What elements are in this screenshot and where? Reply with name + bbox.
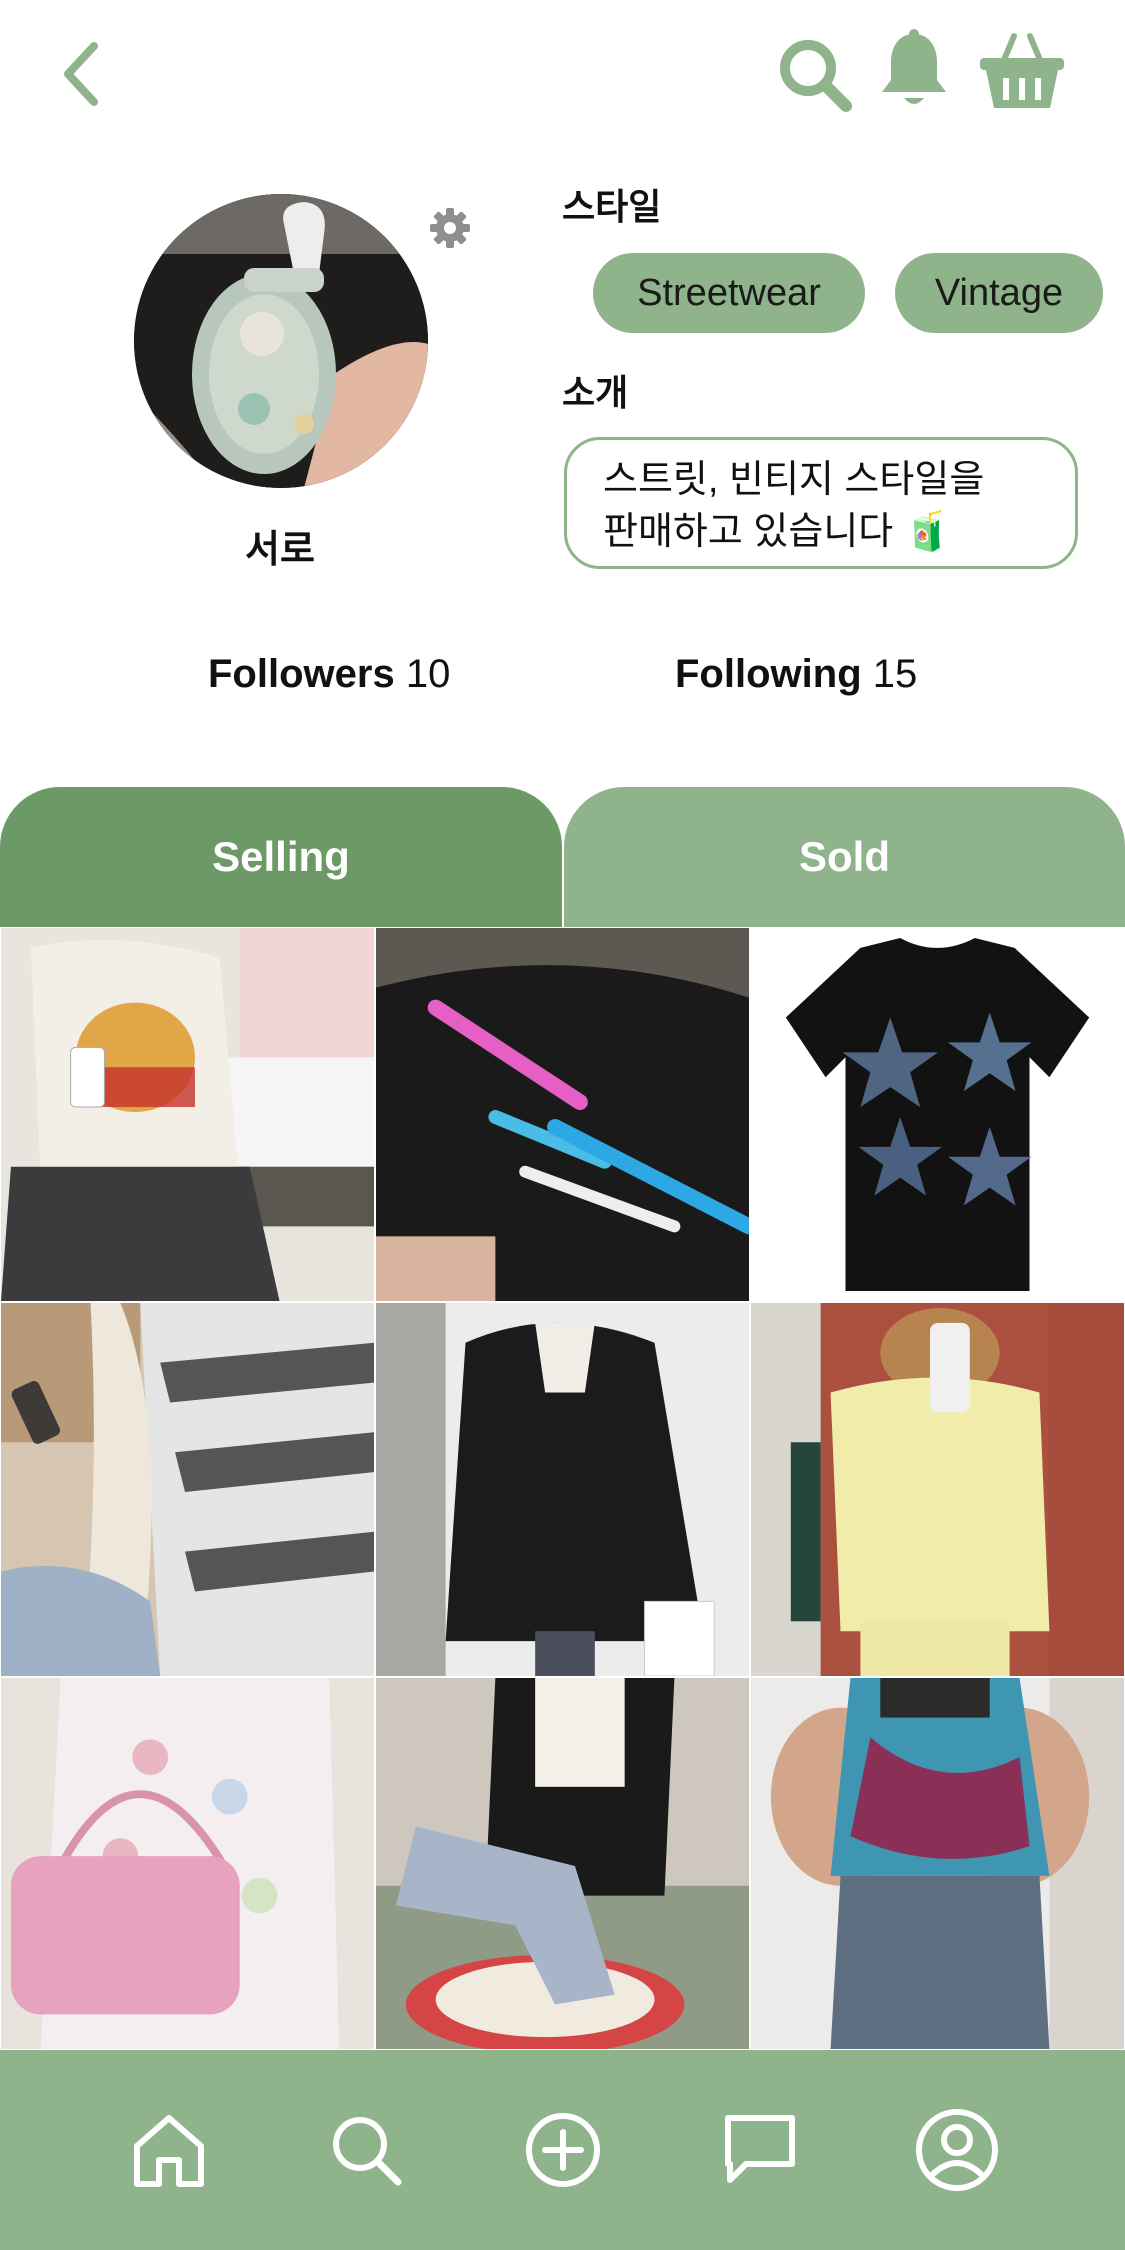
- product-thumbnail-hair-clips[interactable]: [375, 927, 750, 1302]
- nav-chat[interactable]: [710, 2100, 810, 2200]
- style-tag-vintage[interactable]: Vintage: [895, 253, 1103, 333]
- followers-count: 10: [405, 652, 451, 696]
- following-stat[interactable]: Following 15: [675, 652, 917, 697]
- search-icon: [332, 2117, 401, 2186]
- bottom-nav: [0, 2050, 1125, 2250]
- bio-box: 스트릿, 빈티지 스타일을 판매하고 있습니다 🧃: [564, 437, 1078, 569]
- product-thumbnail-yellow-shirt[interactable]: [750, 1302, 1125, 1677]
- settings-button[interactable]: [428, 206, 472, 250]
- product-thumbnail-pink-bag[interactable]: [0, 1677, 375, 2050]
- gear-icon: [430, 208, 470, 248]
- avatar[interactable]: [134, 194, 428, 488]
- profile-username: 서로: [245, 529, 315, 571]
- style-label: 스타일: [562, 186, 662, 227]
- profile-icon: [915, 2109, 998, 2191]
- product-thumbnail-graphic-tee[interactable]: [0, 927, 375, 1302]
- chevron-left-icon: [64, 42, 98, 106]
- nav-home[interactable]: [119, 2100, 219, 2200]
- juice-box-emoji: 🧃: [903, 511, 952, 553]
- followers-label: Followers: [208, 652, 395, 696]
- search-icon: [780, 40, 852, 112]
- following-count: 15: [872, 652, 918, 696]
- search-button[interactable]: [776, 36, 854, 114]
- followers-stat[interactable]: Followers 10: [208, 652, 450, 697]
- style-tag-streetwear[interactable]: Streetwear: [593, 253, 865, 333]
- nav-add[interactable]: [513, 2100, 613, 2200]
- product-thumbnail-star-tee[interactable]: [750, 927, 1125, 1302]
- nav-search[interactable]: [316, 2100, 416, 2200]
- cart-button[interactable]: [976, 30, 1068, 112]
- home-icon: [133, 2115, 204, 2187]
- back-button[interactable]: [52, 36, 112, 112]
- following-label: Following: [675, 652, 862, 696]
- bio-line-2: 판매하고 있습니다: [603, 511, 894, 553]
- product-thumbnail-leather-jacket[interactable]: [375, 1302, 750, 1677]
- bio-line-1: 스트릿, 빈티지 스타일을: [603, 459, 985, 501]
- add-icon: [525, 2113, 600, 2187]
- intro-label: 소개: [562, 372, 629, 413]
- bell-icon: [882, 29, 946, 104]
- nav-profile[interactable]: [907, 2100, 1007, 2200]
- product-thumbnail-striped-sweater[interactable]: [0, 1302, 375, 1677]
- chat-icon: [724, 2115, 795, 2183]
- notifications-button[interactable]: [876, 28, 952, 112]
- product-thumbnail-black-blazer[interactable]: [375, 1677, 750, 2050]
- tab-selling[interactable]: Selling: [0, 787, 562, 927]
- product-grid: [0, 927, 1125, 2050]
- basket-icon: [980, 33, 1064, 108]
- tab-sold[interactable]: Sold: [564, 787, 1125, 927]
- product-thumbnail-tie-dye-tank[interactable]: [750, 1677, 1125, 2050]
